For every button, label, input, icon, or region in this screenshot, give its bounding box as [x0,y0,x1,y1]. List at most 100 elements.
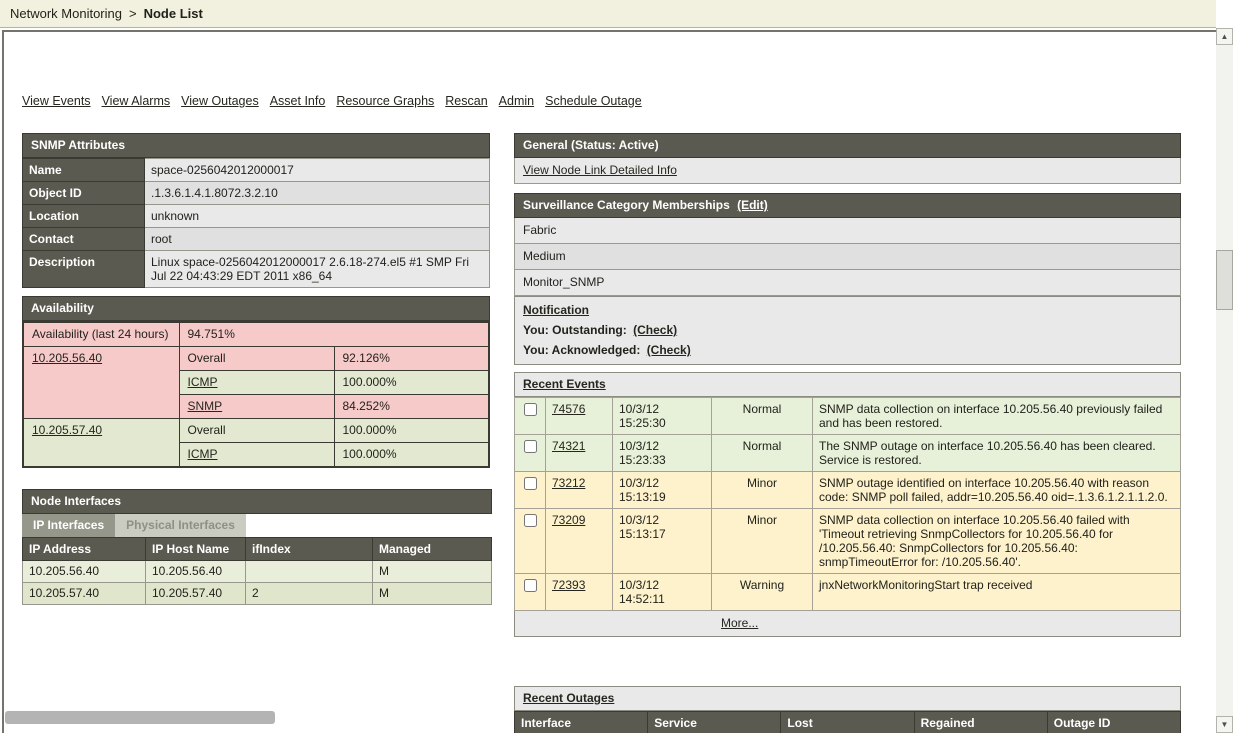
breadcrumb-root-link[interactable]: Network Monitoring [10,6,122,21]
interfaces-column-header: Managed [373,538,492,561]
service-link[interactable]: ICMP [188,375,218,389]
view-node-link-detailed-info-link[interactable]: View Node Link Detailed Info [523,163,677,177]
event-checkbox-cell [515,435,546,472]
interface-cell [246,561,373,583]
availability-title: Availability [22,296,490,321]
interface-cell: M [373,583,492,605]
event-id-link[interactable]: 72393 [552,578,585,592]
acknowledged-check-link[interactable]: (Check) [647,343,691,357]
event-id-cell: 73209 [546,509,613,574]
toolbar-link[interactable]: View Alarms [102,94,171,108]
surveillance-title: Surveillance Category Memberships (Edit) [514,193,1181,218]
event-id-cell: 72393 [546,574,613,611]
event-severity: Warning [712,574,813,611]
event-id-link[interactable]: 73209 [552,513,585,527]
event-id-link[interactable]: 74321 [552,439,585,453]
service-availability-value: 100.000% [334,443,489,468]
availability-summary-label: Availability (last 24 hours) [23,322,179,347]
event-checkbox-cell [515,398,546,435]
availability-service-row: 10.205.56.40 Overall92.126% [23,347,489,371]
events-more-row: More... [514,611,1181,637]
tab-ip-interfaces[interactable]: IP Interfaces [22,514,115,537]
attribute-value: space-0256042012000017 [145,159,490,182]
general-row: View Node Link Detailed Info [514,158,1181,184]
toolbar-link[interactable]: Asset Info [270,94,326,108]
event-time: 10/3/12 14:52:11 [613,574,712,611]
general-title: General (Status: Active) [514,133,1181,158]
snmp-attributes-panel: SNMP Attributes Namespace-02560420120000… [22,133,490,288]
recent-outages-table: InterfaceServiceLostRegainedOutage ID [514,711,1181,733]
node-interfaces-title: Node Interfaces [22,489,492,514]
event-id-link[interactable]: 74576 [552,402,585,416]
event-checkbox[interactable] [524,514,537,527]
outstanding-check-link[interactable]: (Check) [633,323,677,337]
recent-events-table: 7457610/3/12 15:25:30NormalSNMP data col… [514,397,1181,611]
breadcrumb: Network Monitoring > Node List [0,0,1216,28]
event-description: SNMP data collection on interface 10.205… [813,509,1181,574]
notification-acknowledged-line: You: Acknowledged: (Check) [523,343,1172,357]
event-checkbox[interactable] [524,440,537,453]
recent-events-title-link[interactable]: Recent Events [523,377,606,391]
scroll-up-icon[interactable]: ▲ [1216,28,1233,45]
toolbar-link[interactable]: Admin [499,94,534,108]
category-row: Fabric [514,218,1181,244]
toolbar-link[interactable]: Resource Graphs [336,94,434,108]
interface-cell: 10.205.56.40 [23,561,146,583]
toolbar-link[interactable]: Rescan [445,94,487,108]
service-availability-value: 92.126% [334,347,489,371]
attribute-value: Linux space-0256042012000017 2.6.18-274.… [145,251,490,288]
interface-row: 10.205.57.4010.205.57.402M [23,583,492,605]
attribute-label: Name [23,159,145,182]
scroll-down-icon[interactable]: ▼ [1216,716,1233,733]
outage-column-header: Service [648,712,781,733]
interfaces-header-row: IP AddressIP Host NameifIndexManaged [23,538,492,561]
node-interfaces-panel: Node Interfaces IP InterfacesPhysical In… [22,489,492,605]
interface-address-link[interactable]: 10.205.56.40 [32,351,102,365]
event-severity: Minor [712,509,813,574]
event-row: 7432110/3/12 15:23:33NormalThe SNMP outa… [515,435,1181,472]
interface-address-link[interactable]: 10.205.57.40 [32,423,102,437]
acknowledged-label: You: Acknowledged: [523,343,640,357]
toolbar-link[interactable]: View Events [22,94,91,108]
tab-physical-interfaces[interactable]: Physical Interfaces [115,514,246,537]
outstanding-label: You: Outstanding: [523,323,627,337]
event-description: SNMP data collection on interface 10.205… [813,398,1181,435]
service-availability-value: 100.000% [334,371,489,395]
toolbar-link[interactable]: View Outages [181,94,259,108]
general-panel: General (Status: Active) View Node Link … [514,133,1181,184]
service-availability-value: 100.000% [334,419,489,443]
availability-service-row: 10.205.57.40Overall100.000% [23,419,489,443]
interfaces-column-header: IP Address [23,538,146,561]
attribute-label: Location [23,205,145,228]
toolbar-links: View Events View Alarms View Outages Asset … [22,94,642,108]
event-checkbox[interactable] [524,579,537,592]
event-checkbox[interactable] [524,403,537,416]
event-id-link[interactable]: 73212 [552,476,585,490]
recent-outages-title-link[interactable]: Recent Outages [523,691,614,705]
surveillance-edit-link[interactable]: (Edit) [737,198,768,212]
service-name-cell: Overall [179,347,334,371]
notification-title-link[interactable]: Notification [523,303,589,317]
breadcrumb-separator-icon: > [129,6,137,21]
events-more-link[interactable]: More... [721,616,758,630]
vertical-scrollbar[interactable]: ▲ ▼ [1216,28,1233,733]
event-description: SNMP outage identified on interface 10.2… [813,472,1181,509]
service-link[interactable]: SNMP [188,399,223,413]
event-severity: Minor [712,472,813,509]
horizontal-scrollbar-thumb[interactable] [5,711,275,724]
snmp-attribute-row: Object ID.1.3.6.1.4.1.8072.3.2.10 [23,182,490,205]
service-name-cell: ICMP [179,371,334,395]
attribute-label: Contact [23,228,145,251]
snmp-attributes-title: SNMP Attributes [22,133,490,158]
toolbar-link[interactable]: Schedule Outage [545,94,642,108]
vertical-scrollbar-thumb[interactable] [1216,250,1233,310]
snmp-attribute-row: DescriptionLinux space-0256042012000017 … [23,251,490,288]
service-link[interactable]: ICMP [188,447,218,461]
interfaces-column-header: ifIndex [246,538,373,561]
event-row: 7320910/3/12 15:13:17MinorSNMP data coll… [515,509,1181,574]
event-checkbox-cell [515,509,546,574]
availability-table: Availability (last 24 hours)94.751%10.20… [22,321,490,468]
event-checkbox[interactable] [524,477,537,490]
category-row: Monitor_SNMP [514,270,1181,296]
interface-cell: 10.205.57.40 [23,583,146,605]
